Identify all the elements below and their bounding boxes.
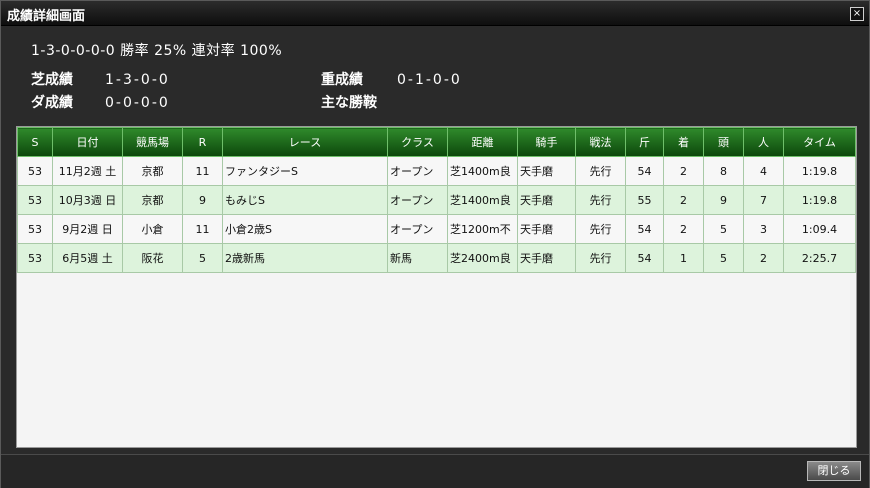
col-header-class[interactable]: クラス xyxy=(387,127,448,157)
cell-field-size: 9 xyxy=(703,185,744,215)
cell-finish: 2 xyxy=(663,185,704,215)
cell-jockey: 天手磨 xyxy=(517,185,576,215)
main-wins: 主な勝鞍 xyxy=(321,92,377,112)
col-header-distance[interactable]: 距離 xyxy=(447,127,518,157)
cell-finish: 2 xyxy=(663,214,704,244)
result-detail-window: 成績詳細画面 × 1-3-0-0-0-0 勝率 25% 連対率 100% 芝成績… xyxy=(0,0,870,488)
table-row[interactable]: 53 11月2週 土 京都 11 ファンタジーS オープン 芝1400m良 天手… xyxy=(17,156,856,186)
cell-tactic: 先行 xyxy=(575,185,626,215)
cell-s: 53 xyxy=(17,243,53,273)
record-summary: 1-3-0-0-0-0 勝率 25% 連対率 100% xyxy=(31,43,283,59)
cell-popularity: 2 xyxy=(743,243,784,273)
dirt-record: ダ成績 0-0-0-0 xyxy=(31,92,170,112)
cell-date: 9月2週 日 xyxy=(52,214,123,244)
cell-jockey: 天手磨 xyxy=(517,214,576,244)
cell-time: 1:19.8 xyxy=(783,185,856,215)
cell-weight: 55 xyxy=(625,185,664,215)
cell-s: 53 xyxy=(17,156,53,186)
cell-race-no: 9 xyxy=(182,185,223,215)
col-header-time[interactable]: タイム xyxy=(783,127,856,157)
cell-race: 小倉2歳S xyxy=(222,214,388,244)
cell-tactic: 先行 xyxy=(575,243,626,273)
heavy-label: 重成績 xyxy=(321,72,363,88)
col-header-field-size[interactable]: 頭 xyxy=(703,127,744,157)
cell-race: 2歳新馬 xyxy=(222,243,388,273)
cell-track: 小倉 xyxy=(122,214,183,244)
cell-popularity: 7 xyxy=(743,185,784,215)
cell-class: 新馬 xyxy=(387,243,448,273)
cell-jockey: 天手磨 xyxy=(517,156,576,186)
col-header-track[interactable]: 競馬場 xyxy=(122,127,183,157)
cell-distance: 芝1400m良 xyxy=(447,185,518,215)
col-header-finish[interactable]: 着 xyxy=(663,127,704,157)
cell-weight: 54 xyxy=(625,214,664,244)
cell-popularity: 4 xyxy=(743,156,784,186)
cell-s: 53 xyxy=(17,214,53,244)
col-header-jockey[interactable]: 騎手 xyxy=(517,127,576,157)
cell-field-size: 5 xyxy=(703,243,744,273)
cell-finish: 1 xyxy=(663,243,704,273)
cell-date: 10月3週 日 xyxy=(52,185,123,215)
turf-value: 1-3-0-0 xyxy=(105,72,170,88)
cell-distance: 芝1400m良 xyxy=(447,156,518,186)
cell-class: オープン xyxy=(387,185,448,215)
col-header-date[interactable]: 日付 xyxy=(52,127,123,157)
turf-record: 芝成績 1-3-0-0 xyxy=(31,69,170,89)
col-header-popularity[interactable]: 人 xyxy=(743,127,784,157)
cell-weight: 54 xyxy=(625,156,664,186)
window-title: 成績詳細画面 xyxy=(7,9,86,24)
table-row[interactable]: 53 6月5週 土 阪花 5 2歳新馬 新馬 芝2400m良 天手磨 先行 54… xyxy=(17,243,856,273)
cell-track: 京都 xyxy=(122,185,183,215)
cell-tactic: 先行 xyxy=(575,214,626,244)
results-grid: S 日付 競馬場 R レース クラス 距離 騎手 戦法 斤 着 頭 人 タイム xyxy=(16,126,857,448)
cell-finish: 2 xyxy=(663,156,704,186)
cell-jockey: 天手磨 xyxy=(517,243,576,273)
table-row[interactable]: 53 9月2週 日 小倉 11 小倉2歳S オープン 芝1200m不 天手磨 先… xyxy=(17,214,856,244)
cell-track: 阪花 xyxy=(122,243,183,273)
cell-time: 1:19.8 xyxy=(783,156,856,186)
heavy-value: 0-1-0-0 xyxy=(397,72,462,88)
cell-race: ファンタジーS xyxy=(222,156,388,186)
results-table: S 日付 競馬場 R レース クラス 距離 騎手 戦法 斤 着 頭 人 タイム xyxy=(17,127,856,273)
table-row[interactable]: 53 10月3週 日 京都 9 もみじS オープン 芝1400m良 天手磨 先行… xyxy=(17,185,856,215)
close-icon[interactable]: × xyxy=(850,7,864,21)
col-header-tactic[interactable]: 戦法 xyxy=(575,127,626,157)
col-header-weight[interactable]: 斤 xyxy=(625,127,664,157)
cell-class: オープン xyxy=(387,214,448,244)
turf-label: 芝成績 xyxy=(31,72,73,88)
cell-race-no: 11 xyxy=(182,214,223,244)
footer-bar: 閉じる xyxy=(1,454,869,488)
cell-class: オープン xyxy=(387,156,448,186)
heavy-record: 重成績 0-1-0-0 xyxy=(321,69,462,89)
cell-track: 京都 xyxy=(122,156,183,186)
close-button[interactable]: 閉じる xyxy=(807,461,861,481)
cell-weight: 54 xyxy=(625,243,664,273)
main-wins-label: 主な勝鞍 xyxy=(321,95,377,111)
title-bar: 成績詳細画面 × xyxy=(1,1,869,26)
header-row: S 日付 競馬場 R レース クラス 距離 騎手 戦法 斤 着 頭 人 タイム xyxy=(17,127,856,157)
col-header-race-no[interactable]: R xyxy=(182,127,223,157)
cell-race: もみじS xyxy=(222,185,388,215)
col-header-race[interactable]: レース xyxy=(222,127,388,157)
cell-distance: 芝1200m不 xyxy=(447,214,518,244)
cell-s: 53 xyxy=(17,185,53,215)
dirt-value: 0-0-0-0 xyxy=(105,95,170,111)
col-header-s[interactable]: S xyxy=(17,127,53,157)
cell-tactic: 先行 xyxy=(575,156,626,186)
cell-race-no: 11 xyxy=(182,156,223,186)
cell-race-no: 5 xyxy=(182,243,223,273)
cell-popularity: 3 xyxy=(743,214,784,244)
dirt-label: ダ成績 xyxy=(31,95,73,111)
cell-time: 1:09.4 xyxy=(783,214,856,244)
cell-field-size: 5 xyxy=(703,214,744,244)
cell-distance: 芝2400m良 xyxy=(447,243,518,273)
cell-time: 2:25.7 xyxy=(783,243,856,273)
cell-date: 11月2週 土 xyxy=(52,156,123,186)
cell-date: 6月5週 土 xyxy=(52,243,123,273)
cell-field-size: 8 xyxy=(703,156,744,186)
